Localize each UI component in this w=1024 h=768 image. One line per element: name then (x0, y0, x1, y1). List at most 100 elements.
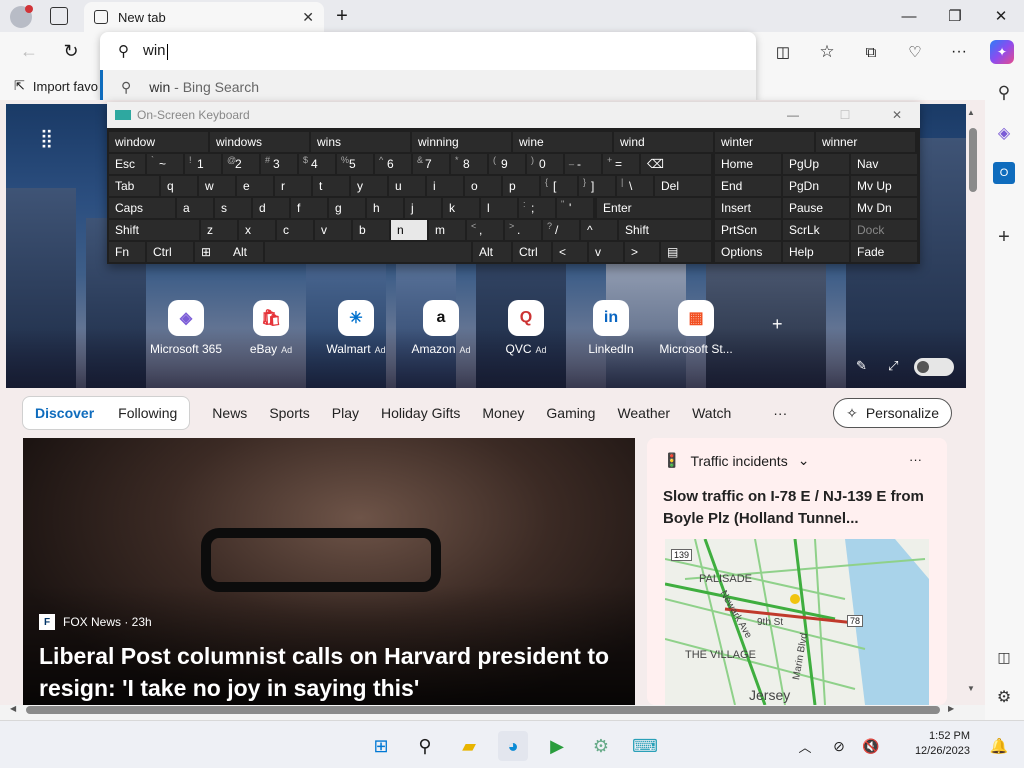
taskbar-search-icon[interactable]: ⚲ (410, 731, 440, 761)
osk-key-⊞[interactable]: ⊞ (195, 242, 231, 262)
tab-discover[interactable]: Discover (23, 405, 106, 421)
traffic-map[interactable]: 139 PALISADE Newark Ave 9th St 78 THE VI… (665, 539, 929, 705)
osk-key-Alt[interactable]: Alt (473, 242, 511, 262)
osk-key-\[interactable]: | \ (617, 176, 653, 196)
osk-key-p[interactable]: p (503, 176, 539, 196)
osk-key-7[interactable]: & 7 (413, 154, 449, 174)
vertical-scroll-thumb[interactable] (969, 128, 977, 192)
osk-key-nav[interactable]: Nav (851, 154, 917, 174)
osk-key-][interactable]: }] (579, 176, 615, 196)
quicklink-linkedin[interactable]: in LinkedIn (566, 300, 656, 356)
browser-essentials-icon[interactable]: ♡ (904, 41, 926, 63)
osk-key-1[interactable]: ! 1 (185, 154, 221, 174)
edit-background-icon[interactable]: ✎ (856, 358, 867, 374)
osk-key-scrlk[interactable]: ScrLk (783, 220, 849, 240)
start-icon[interactable]: ⊞ (366, 731, 396, 761)
osk-key-5[interactable]: % 5 (337, 154, 373, 174)
osk-key-i[interactable]: i (427, 176, 463, 196)
osk-key-v[interactable]: v (315, 220, 351, 240)
osk-key-l[interactable]: l (481, 198, 517, 218)
osk-key-~[interactable]: ` ~ (147, 154, 183, 174)
osk-key-6[interactable]: ^ 6 (375, 154, 411, 174)
osk-prediction-windows[interactable]: windows (210, 132, 309, 152)
tab-following[interactable]: Following (106, 405, 189, 421)
osk-key-<[interactable]: < (553, 242, 587, 262)
feed-more-icon[interactable]: ··· (773, 405, 787, 421)
osk-key-s[interactable]: s (215, 198, 251, 218)
osk-key-9[interactable]: (9 (489, 154, 525, 174)
osk-key-mv-dn[interactable]: Mv Dn (851, 198, 917, 218)
osk-key-u[interactable]: u (389, 176, 425, 196)
osk-key-o[interactable]: o (465, 176, 501, 196)
profile-icon[interactable] (10, 5, 33, 28)
import-favorites-link[interactable]: Import favo (33, 79, 98, 94)
osk-key--[interactable]: _ - (565, 154, 601, 174)
file-explorer-icon[interactable]: ▰ (454, 731, 484, 761)
new-tab-icon[interactable]: + (330, 4, 354, 28)
osk-maximize-icon[interactable]: ☐ (822, 108, 868, 122)
expand-icon[interactable]: ⤢ (888, 358, 898, 374)
minimize-icon[interactable]: — (886, 0, 932, 32)
quicklink-microsoft-store[interactable]: ▦ Microsoft St... (651, 300, 741, 356)
scroll-left-icon[interactable]: ◀ (10, 704, 16, 713)
osk-key-Tab[interactable]: Tab (109, 176, 159, 196)
tab-play[interactable]: Play (332, 405, 359, 421)
traffic-more-icon[interactable]: ··· (909, 452, 922, 467)
quicklink-qvc[interactable]: Q QVC Ad (481, 300, 571, 356)
notification-bell-icon[interactable]: 🔔 (984, 731, 1014, 761)
favorites-icon[interactable]: ☆ (816, 41, 838, 63)
osk-key-t[interactable]: t (313, 176, 349, 196)
address-bar[interactable]: ⚲ win (100, 32, 756, 70)
sidebar-add-icon[interactable]: + (993, 226, 1015, 248)
osk-key-0[interactable]: ) 0 (527, 154, 563, 174)
osk-key-e[interactable]: e (237, 176, 273, 196)
edge-icon[interactable]: ◕ (498, 731, 528, 761)
osk-taskbar-icon[interactable]: ⌨ (630, 731, 660, 761)
sidebar-hide-icon[interactable]: ◫ (993, 646, 1015, 668)
osk-key-c[interactable]: c (277, 220, 313, 240)
osk-key-m[interactable]: m (429, 220, 465, 240)
osk-key-'[interactable]: " ' (557, 198, 593, 218)
osk-key-fade[interactable]: Fade (851, 242, 917, 262)
tab-watch[interactable]: Watch (692, 405, 731, 421)
osk-key-Alt[interactable]: Alt (227, 242, 263, 262)
osk-key-pgdn[interactable]: PgDn (783, 176, 849, 196)
osk-key-end[interactable]: End (715, 176, 781, 196)
osk-key-=[interactable]: + = (603, 154, 639, 174)
apps-launcher-icon[interactable]: ⣿ (40, 128, 53, 149)
osk-prediction-wine[interactable]: wine (513, 132, 612, 152)
background-toggle[interactable] (914, 358, 954, 376)
show-hidden-icons-icon[interactable]: ︿ (790, 731, 820, 761)
osk-key-2[interactable]: @2 (223, 154, 259, 174)
osk-key-Shift[interactable]: Shift (619, 220, 711, 240)
osk-prediction-winner[interactable]: winner (816, 132, 915, 152)
tab-sports[interactable]: Sports (269, 405, 309, 421)
clock[interactable]: 1:52 PM 12/26/2023 (910, 729, 970, 759)
add-shortcut-icon[interactable]: + (772, 314, 783, 335)
osk-key-,[interactable]: <, (467, 220, 503, 240)
osk-key-Ctrl[interactable]: Ctrl (513, 242, 551, 262)
osk-prediction-winter[interactable]: winter (715, 132, 814, 152)
sidebar-m365-icon[interactable]: ◈ (993, 122, 1015, 144)
osk-key-^[interactable]: ^ (581, 220, 617, 240)
split-screen-icon[interactable]: ◫ (772, 41, 794, 63)
refresh-icon[interactable]: ↻ (60, 40, 82, 62)
horizontal-scrollbar[interactable]: ◀ ▶ (8, 704, 958, 716)
sidebar-settings-icon[interactable]: ⚙ (993, 686, 1015, 708)
copilot-icon[interactable]: ✦ (990, 40, 1014, 64)
osk-key->[interactable]: > (625, 242, 659, 262)
scroll-down-icon[interactable]: ▼ (967, 684, 975, 693)
osk-key-▤[interactable]: ▤ (661, 242, 711, 262)
osk-key-Del[interactable]: Del (655, 176, 711, 196)
back-icon[interactable]: ← (18, 40, 40, 62)
close-tab-icon[interactable]: ✕ (302, 9, 314, 26)
traffic-text[interactable]: Slow traffic on I-78 E / NJ-139 E from B… (663, 486, 933, 530)
osk-prediction-winning[interactable]: winning (412, 132, 511, 152)
osk-key-pause[interactable]: Pause (783, 198, 849, 218)
address-input[interactable]: win (143, 42, 168, 60)
horizontal-scroll-thumb[interactable] (26, 706, 940, 714)
osk-prediction-wins[interactable]: wins (311, 132, 410, 152)
tab-new-tab[interactable]: New tab ✕ (84, 2, 324, 32)
tab-money[interactable]: Money (482, 405, 524, 421)
chevron-down-icon[interactable]: ⌄ (798, 452, 810, 469)
